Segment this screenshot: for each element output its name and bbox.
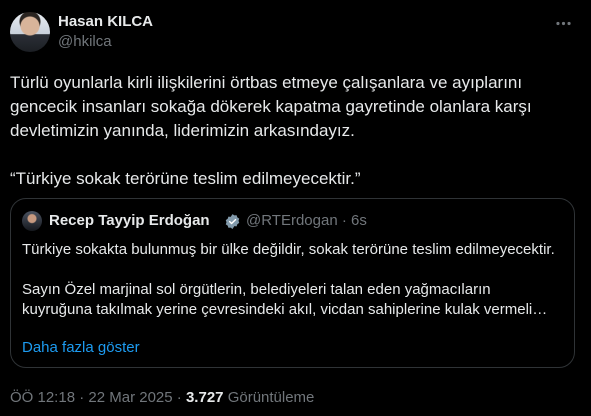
- show-more-link[interactable]: Daha fazla göster: [22, 339, 140, 356]
- author-name[interactable]: Hasan KILCA: [58, 13, 153, 30]
- quoted-tweet-card[interactable]: Recep Tayyip Erdoğan @RTErdogan · 6s Tür…: [10, 198, 575, 368]
- tweet-time[interactable]: ÖÖ 12:18: [10, 389, 75, 406]
- quoted-author-name: Recep Tayyip Erdoğan: [49, 212, 210, 229]
- tweet-text: Türlü oyunlarla kirli ilişkilerini örtba…: [10, 73, 532, 188]
- quoted-handle-time: @RTErdogan · 6s: [246, 212, 367, 229]
- quoted-tweet-text: Türkiye sokakta bulunmuş bir ülke değild…: [22, 241, 555, 318]
- tweet-meta: ÖÖ 12:18 · 22 Mar 2025 · 3.727 Görüntüle…: [10, 389, 314, 406]
- more-options-button[interactable]: [552, 12, 574, 34]
- meta-separator: ·: [79, 389, 85, 406]
- tweet-date[interactable]: 22 Mar 2025: [88, 389, 172, 406]
- views-count: 3.727: [185, 389, 224, 406]
- author-handle[interactable]: @hkilca: [58, 33, 112, 50]
- views-label: Görüntüleme: [227, 389, 315, 406]
- meta-separator: ·: [176, 389, 182, 406]
- author-avatar[interactable]: [10, 12, 50, 52]
- quoted-author-avatar: [22, 211, 42, 231]
- more-horizontal-icon: [555, 21, 571, 25]
- verified-badge-icon: [225, 214, 240, 229]
